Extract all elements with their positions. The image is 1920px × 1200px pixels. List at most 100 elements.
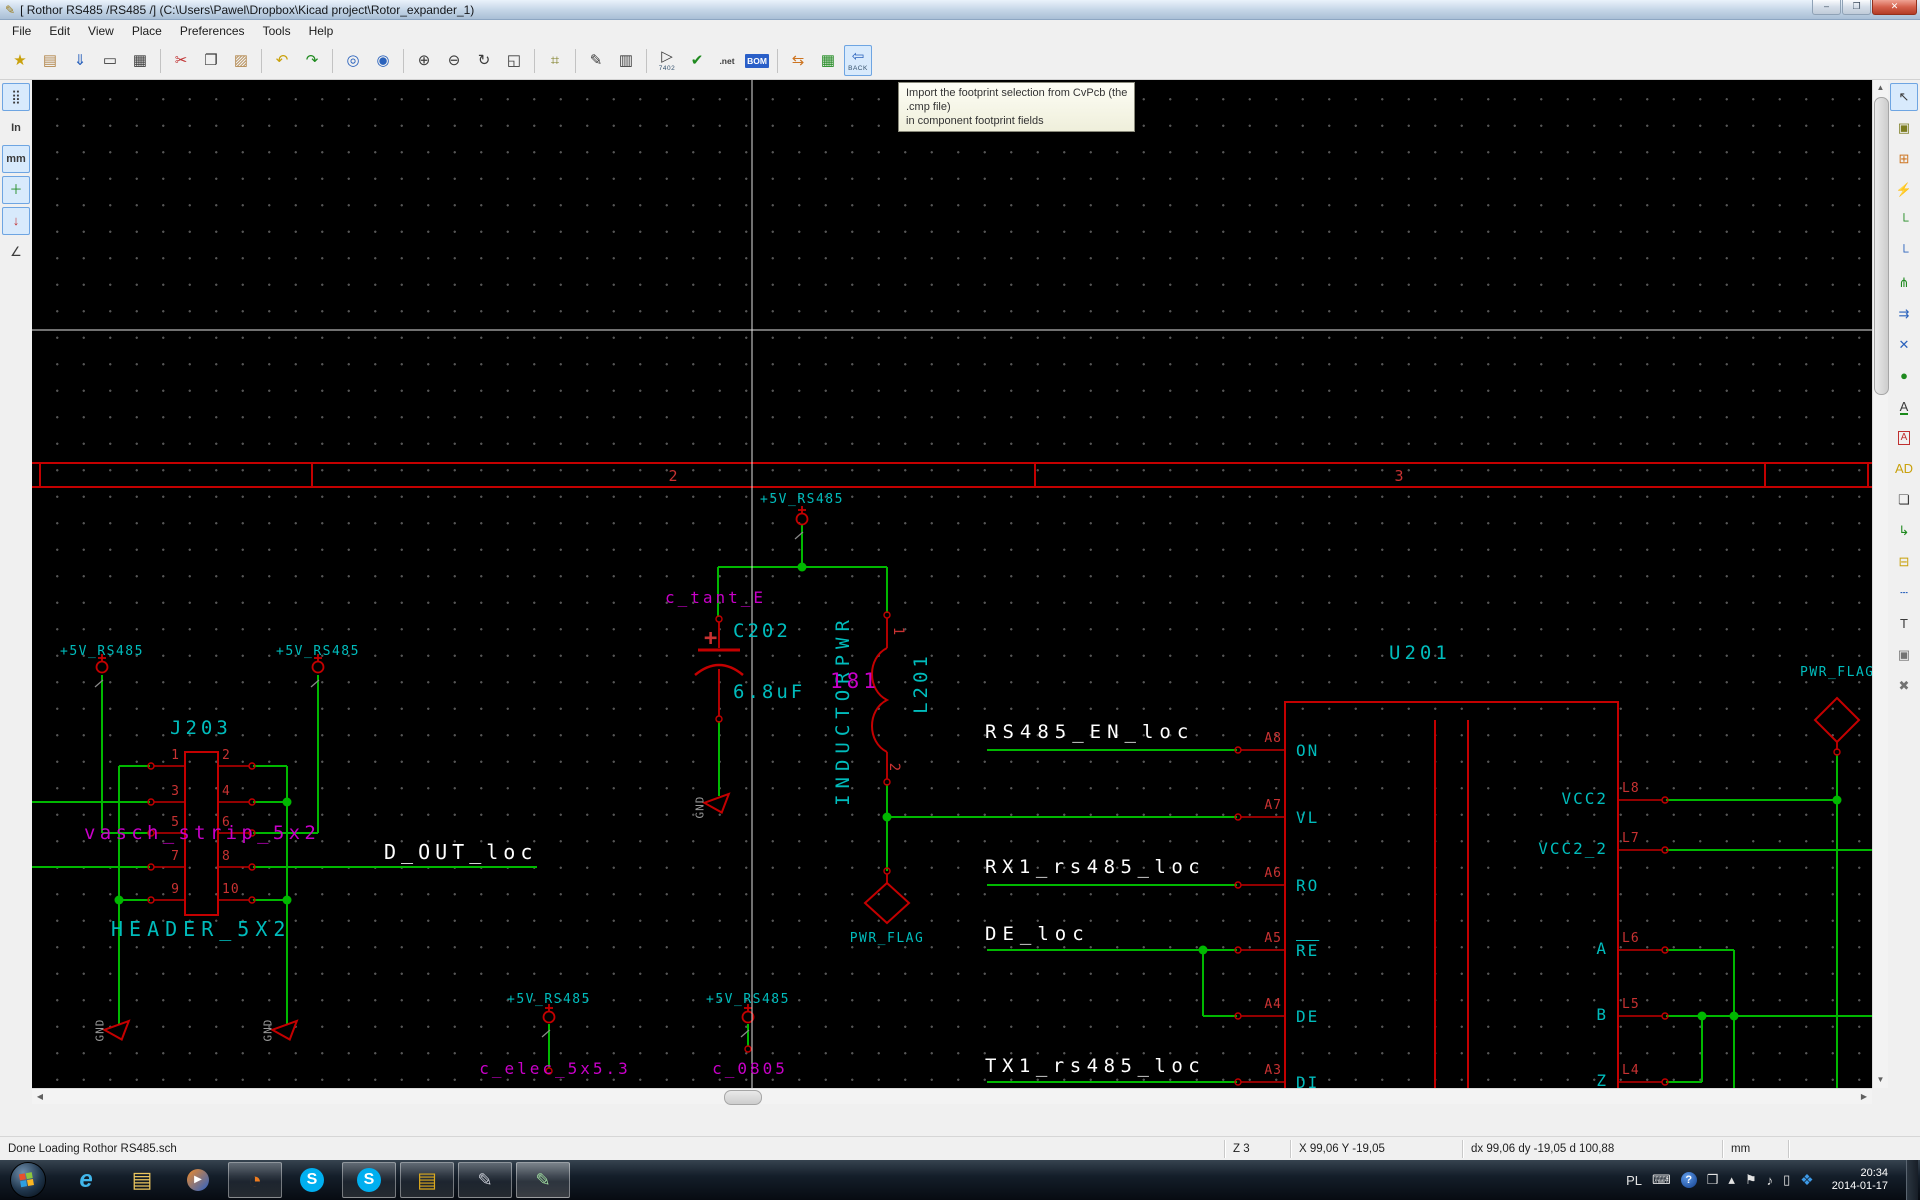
- minimize-button[interactable]: –: [1812, 0, 1841, 15]
- capacitor-footprint-field[interactable]: c_0805: [712, 1059, 788, 1078]
- backannotate-button[interactable]: ⇦BACK: [844, 45, 872, 76]
- place-label-button[interactable]: A: [1890, 393, 1918, 421]
- power-label[interactable]: +5V_RS485: [276, 644, 360, 659]
- j203-value[interactable]: HEADER_5X2: [111, 917, 291, 941]
- l201-reference[interactable]: L201: [910, 652, 932, 714]
- units-mm-button[interactable]: mm: [2, 145, 30, 173]
- menu-tools[interactable]: Tools: [254, 21, 300, 41]
- undo-button[interactable]: ↶: [268, 45, 296, 76]
- tray-volume-icon[interactable]: ♪: [1767, 1173, 1774, 1188]
- place-sheet-button[interactable]: ❏: [1890, 486, 1918, 514]
- tray-network-icon[interactable]: ▯: [1783, 1172, 1790, 1188]
- scroll-right-icon[interactable]: ▶: [1856, 1089, 1872, 1104]
- netlist-button[interactable]: .net: [713, 45, 741, 76]
- capacitor-footprint-field[interactable]: c_elec_5x5.3: [479, 1059, 631, 1078]
- tray-language[interactable]: PL: [1626, 1173, 1642, 1188]
- library-editor-button[interactable]: ✎: [582, 45, 610, 76]
- bus-to-bus-entry-button[interactable]: ⇉: [1890, 300, 1918, 328]
- run-pcbnew-button[interactable]: ▦: [814, 45, 842, 76]
- maximize-button[interactable]: ❐: [1842, 0, 1871, 15]
- open-schematic-button[interactable]: ▤: [36, 45, 64, 76]
- highlight-net-button[interactable]: ▣: [1890, 114, 1918, 142]
- menu-place[interactable]: Place: [123, 21, 171, 41]
- find-button[interactable]: ◎: [339, 45, 367, 76]
- taskbar-skype-2[interactable]: S: [342, 1162, 396, 1198]
- zoom-in-button[interactable]: ⊕: [410, 45, 438, 76]
- taskbar-pcbnew[interactable]: ✎: [458, 1162, 512, 1198]
- find-replace-button[interactable]: ◉: [369, 45, 397, 76]
- c202-reference[interactable]: C202: [733, 620, 791, 642]
- redraw-button[interactable]: ↻: [470, 45, 498, 76]
- j203-footprint-field[interactable]: vasch_strip_5x2: [84, 822, 320, 844]
- place-global-label-button[interactable]: A: [1890, 424, 1918, 452]
- new-schematic-button[interactable]: ★: [6, 45, 34, 76]
- taskbar-wmp[interactable]: ▶: [172, 1163, 224, 1197]
- taskbar-firefox[interactable]: ◔: [228, 1162, 282, 1198]
- assign-footprints-button[interactable]: ⇆: [784, 45, 812, 76]
- place-bus-button[interactable]: └: [1890, 238, 1918, 266]
- place-wire-button[interactable]: └: [1890, 207, 1918, 235]
- zoom-out-button[interactable]: ⊖: [440, 45, 468, 76]
- tray-keyboard-icon[interactable]: ⌨: [1652, 1172, 1671, 1188]
- print-button[interactable]: ▦: [126, 45, 154, 76]
- tray-dropbox-icon[interactable]: ❖: [1800, 1171, 1813, 1189]
- place-power-port-button[interactable]: ⚡: [1890, 176, 1918, 204]
- pwr-flag-label[interactable]: PWR_FLAG: [1800, 665, 1872, 680]
- import-sheet-pin-button[interactable]: ↳: [1890, 517, 1918, 545]
- wire-orientation-button[interactable]: ∠: [2, 238, 30, 266]
- power-label[interactable]: +5V_RS485: [60, 644, 144, 659]
- taskbar-kicad[interactable]: ▤: [400, 1162, 454, 1198]
- place-line-button[interactable]: ┄: [1890, 579, 1918, 607]
- schematic-canvas[interactable]: 2 3 +5V_RS485 +5V_RS485 +5V_RS485 +5V_RS…: [32, 80, 1872, 1088]
- cursor-shape-button[interactable]: ＋: [2, 176, 30, 204]
- paste-button[interactable]: ▨: [227, 45, 255, 76]
- wire-to-bus-entry-button[interactable]: ⋔: [1890, 269, 1918, 297]
- power-label[interactable]: +5V_RS485: [760, 492, 844, 507]
- zoom-fit-button[interactable]: ◱: [500, 45, 528, 76]
- place-hierarchical-label-button[interactable]: AD: [1890, 455, 1918, 483]
- taskbar-eeschema[interactable]: ✎: [516, 1162, 570, 1198]
- scroll-left-icon[interactable]: ◀: [32, 1089, 48, 1104]
- menu-file[interactable]: File: [3, 21, 40, 41]
- power-label[interactable]: +5V_RS485: [706, 992, 790, 1007]
- tray-help-icon[interactable]: ?: [1681, 1172, 1697, 1188]
- c202-value[interactable]: 6.8uF: [733, 681, 805, 703]
- vertical-scrollbar[interactable]: ▲ ▼: [1872, 80, 1888, 1088]
- close-button[interactable]: ✕: [1872, 0, 1917, 15]
- c202-footprint-field[interactable]: c_tant_E: [665, 588, 766, 607]
- taskbar-explorer[interactable]: ▤: [116, 1163, 168, 1197]
- menu-edit[interactable]: Edit: [40, 21, 79, 41]
- bom-button[interactable]: BOM: [743, 45, 771, 76]
- l201-value[interactable]: INDUCTORPWR: [832, 614, 854, 806]
- library-browser-button[interactable]: ▥: [612, 45, 640, 76]
- delete-button[interactable]: ✖: [1890, 672, 1918, 700]
- tray-expand-icon[interactable]: ▴: [1728, 1172, 1735, 1188]
- l201-footprint-field[interactable]: 181: [830, 669, 880, 693]
- tray-actioncenter-icon[interactable]: ⚑: [1745, 1172, 1757, 1188]
- u201-reference[interactable]: U201: [1389, 642, 1451, 664]
- grid-toggle-button[interactable]: ⣿: [2, 83, 30, 111]
- vertical-scroll-thumb[interactable]: [1874, 97, 1889, 395]
- tray-window-icon[interactable]: ❒: [1707, 1172, 1719, 1188]
- j203-reference[interactable]: J203: [170, 717, 232, 739]
- start-button[interactable]: [10, 1162, 46, 1198]
- power-label[interactable]: +5V_RS485: [507, 992, 591, 1007]
- horizontal-scrollbar[interactable]: ◀ ▶: [32, 1088, 1872, 1104]
- net-label[interactable]: D_OUT_loc: [384, 840, 537, 864]
- copy-button[interactable]: ❐: [197, 45, 225, 76]
- net-label[interactable]: DE_loc: [985, 923, 1090, 945]
- no-connect-button[interactable]: ✕: [1890, 331, 1918, 359]
- place-sheet-pin-button[interactable]: ⊟: [1890, 548, 1918, 576]
- net-label[interactable]: RS485_EN_loc: [985, 721, 1194, 743]
- place-text-button[interactable]: T: [1890, 610, 1918, 638]
- units-inch-button[interactable]: In: [2, 114, 30, 142]
- taskbar-ie[interactable]: e: [60, 1163, 112, 1197]
- menu-view[interactable]: View: [79, 21, 123, 41]
- show-desktop-button[interactable]: [1906, 1160, 1918, 1200]
- save-button[interactable]: ⇓: [66, 45, 94, 76]
- page-settings-button[interactable]: ▭: [96, 45, 124, 76]
- menu-preferences[interactable]: Preferences: [171, 21, 254, 41]
- taskbar-skype-1[interactable]: S: [286, 1163, 338, 1197]
- cursor-tool-button[interactable]: ↖: [1890, 83, 1918, 111]
- scroll-up-icon[interactable]: ▲: [1873, 80, 1888, 96]
